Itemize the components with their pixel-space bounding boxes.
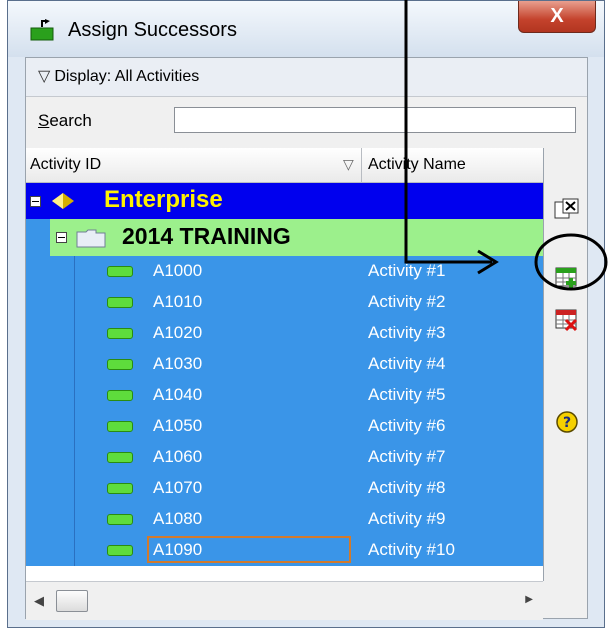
enterprise-diamond-icon <box>52 193 74 209</box>
tree-indent <box>50 380 75 411</box>
activity-id: A1010 <box>153 292 203 311</box>
task-bar-icon <box>107 483 133 494</box>
tree-indent <box>26 411 51 442</box>
activity-row[interactable]: A1090 Activity #10 <box>26 535 543 566</box>
activity-id: A1060 <box>153 447 203 466</box>
activity-id: A1020 <box>153 323 203 342</box>
activity-name: Activity #9 <box>368 509 446 528</box>
close-button[interactable]: X <box>518 1 596 33</box>
tree-indent <box>26 504 51 535</box>
tree-indent <box>50 318 75 349</box>
assign-successors-dialog: Assign Successors X ▽ Display: All Activi… <box>7 0 605 628</box>
activity-name: Activity #1 <box>368 261 446 280</box>
search-label: Search <box>38 111 92 131</box>
folder-icon <box>76 229 106 248</box>
activity-row[interactable]: A1080 Activity #9 <box>26 504 543 535</box>
activity-row[interactable]: A1000 Activity #1 <box>26 256 543 287</box>
activity-row[interactable]: A1040 Activity #5 <box>26 380 543 411</box>
activity-id: A1090 <box>153 540 203 559</box>
activity-id: A1040 <box>153 385 203 404</box>
enterprise-row[interactable]: Enterprise <box>26 183 543 219</box>
tree-indent <box>26 318 51 349</box>
activity-row[interactable]: A1050 Activity #6 <box>26 411 543 442</box>
column-header-activity-id[interactable]: Activity ID <box>30 156 101 174</box>
tree-indent <box>26 287 51 318</box>
activity-name: Activity #7 <box>368 447 446 466</box>
tree-indent <box>26 256 51 287</box>
activity-name: Activity #2 <box>368 292 446 311</box>
title-bar[interactable]: Assign Successors X <box>8 1 604 57</box>
project-label: 2014 TRAINING <box>122 223 291 249</box>
tree-indent <box>26 535 51 566</box>
activity-id: A1050 <box>153 416 203 435</box>
collapse-toggle-icon[interactable] <box>30 196 41 207</box>
assign-icon[interactable] <box>554 266 580 290</box>
tree-indent <box>50 287 75 318</box>
horizontal-scrollbar[interactable]: ◀ ▶ <box>26 581 543 620</box>
task-bar-icon <box>107 297 133 308</box>
task-bar-icon <box>107 328 133 339</box>
tree-indent <box>26 442 51 473</box>
task-bar-icon <box>107 266 133 277</box>
display-bar[interactable]: ▽ Display: All Activities <box>26 58 587 97</box>
activity-id: A1080 <box>153 509 203 528</box>
activity-row[interactable]: A1010 Activity #2 <box>26 287 543 318</box>
svg-text:?: ? <box>563 415 571 431</box>
enterprise-label: Enterprise <box>104 186 223 213</box>
tree-indent <box>26 349 51 380</box>
display-filter-label: Display: All Activities <box>54 68 200 85</box>
activity-grid: Activity ID ▽ Activity Name Enterprise 2… <box>26 148 544 581</box>
activity-name: Activity #8 <box>368 478 446 497</box>
activity-row[interactable]: A1070 Activity #8 <box>26 473 543 504</box>
activity-name: Activity #10 <box>368 540 455 559</box>
help-icon[interactable]: ? <box>554 410 580 434</box>
window-title: Assign Successors <box>68 19 237 41</box>
activity-row[interactable]: A1060 Activity #7 <box>26 442 543 473</box>
task-bar-icon <box>107 359 133 370</box>
activity-name: Activity #6 <box>368 416 446 435</box>
scroll-left-icon[interactable]: ◀ <box>34 593 44 609</box>
tree-indent <box>50 504 75 535</box>
tree-indent <box>50 473 75 504</box>
side-toolbar: ? <box>545 148 587 618</box>
close-panel-icon[interactable] <box>554 198 580 222</box>
grid-header: Activity ID ▽ Activity Name <box>26 148 543 183</box>
activity-name: Activity #3 <box>368 323 446 342</box>
tree-indent <box>50 349 75 380</box>
tree-indent <box>50 442 75 473</box>
tree-indent <box>26 380 51 411</box>
search-input[interactable] <box>174 107 576 133</box>
activity-id: A1000 <box>153 261 203 280</box>
project-row[interactable]: 2014 TRAINING <box>26 219 543 256</box>
scroll-thumb[interactable] <box>56 590 88 612</box>
search-label-hotkey: S <box>38 111 50 130</box>
chevron-down-icon: ▽ <box>38 68 51 85</box>
tree-indent <box>26 219 50 256</box>
assign-successors-icon <box>30 19 54 41</box>
column-divider[interactable] <box>361 148 362 182</box>
scroll-right-icon[interactable]: ▶ <box>525 594 533 605</box>
filter-icon[interactable]: ▽ <box>343 156 354 173</box>
tree-indent <box>50 256 75 287</box>
tree-indent <box>50 535 75 566</box>
search-row: Search <box>26 97 587 147</box>
collapse-toggle-icon[interactable] <box>56 232 67 243</box>
task-bar-icon <box>107 421 133 432</box>
dialog-content: ▽ Display: All Activities Search Activity… <box>25 57 588 620</box>
activity-row[interactable]: A1020 Activity #3 <box>26 318 543 349</box>
activity-id: A1030 <box>153 354 203 373</box>
tree-indent <box>50 411 75 442</box>
search-label-rest: earch <box>49 111 92 130</box>
activity-id: A1070 <box>153 478 203 497</box>
remove-icon[interactable] <box>554 308 580 332</box>
task-bar-icon <box>107 514 133 525</box>
tree-indent <box>26 473 51 504</box>
activity-name: Activity #4 <box>368 354 446 373</box>
task-bar-icon <box>107 545 133 556</box>
task-bar-icon <box>107 452 133 463</box>
activity-name: Activity #5 <box>368 385 446 404</box>
task-bar-icon <box>107 390 133 401</box>
activity-row[interactable]: A1030 Activity #4 <box>26 349 543 380</box>
column-header-activity-name[interactable]: Activity Name <box>368 156 466 174</box>
